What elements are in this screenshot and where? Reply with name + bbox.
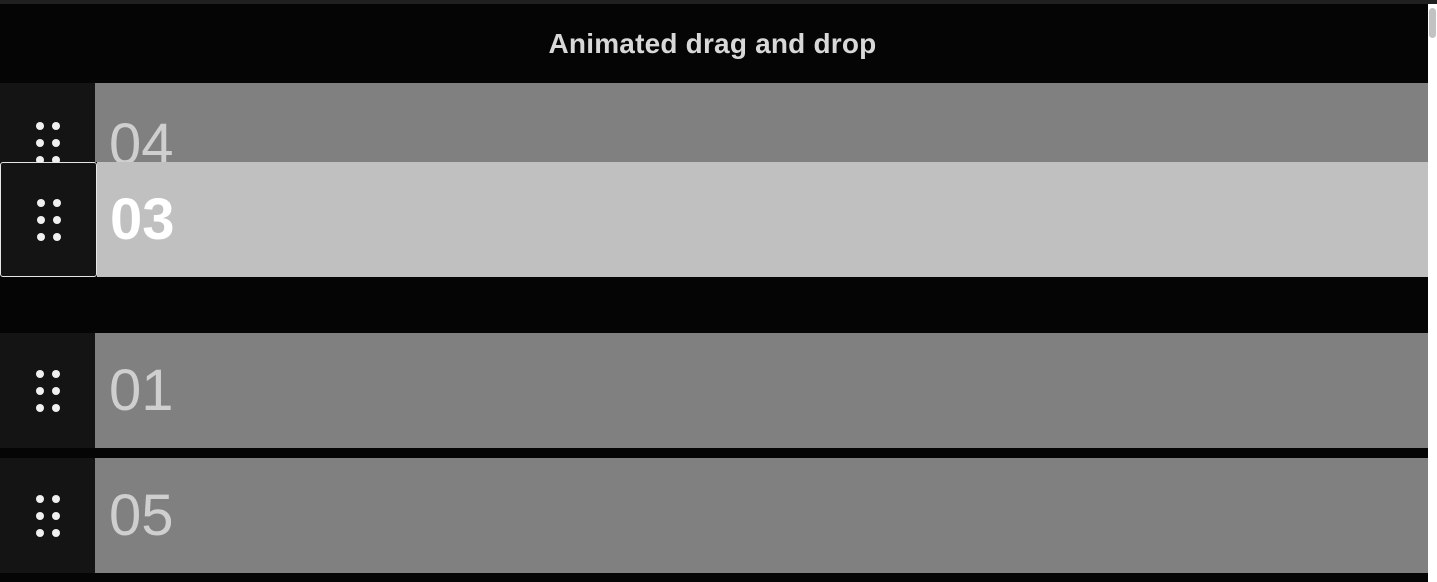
page-title: Animated drag and drop — [548, 27, 877, 59]
app-page: Animated drag and drop 04 03 01 05 — [0, 0, 1437, 582]
drag-handle[interactable] — [0, 83, 95, 162]
drag-handle-icon — [35, 494, 61, 538]
drag-handle-icon — [35, 121, 61, 162]
list-item-dragging[interactable]: 03 — [0, 162, 1428, 277]
list-item-label: 01 — [95, 333, 1428, 448]
list-item[interactable]: 04 — [0, 83, 1428, 162]
drag-handle[interactable] — [0, 333, 95, 448]
drag-handle-icon — [35, 369, 61, 413]
list-item-label: 03 — [97, 162, 1428, 277]
drag-handle[interactable] — [0, 458, 95, 573]
list-item-label: 04 — [95, 83, 1428, 162]
list-item[interactable]: 01 — [0, 333, 1428, 448]
drag-handle-icon — [36, 198, 62, 242]
list-item[interactable]: 05 — [0, 458, 1428, 573]
scrollbar-thumb[interactable] — [1429, 8, 1436, 38]
list-item-label: 05 — [95, 458, 1428, 573]
scrollbar[interactable] — [1428, 4, 1437, 582]
drag-handle[interactable] — [0, 162, 97, 277]
